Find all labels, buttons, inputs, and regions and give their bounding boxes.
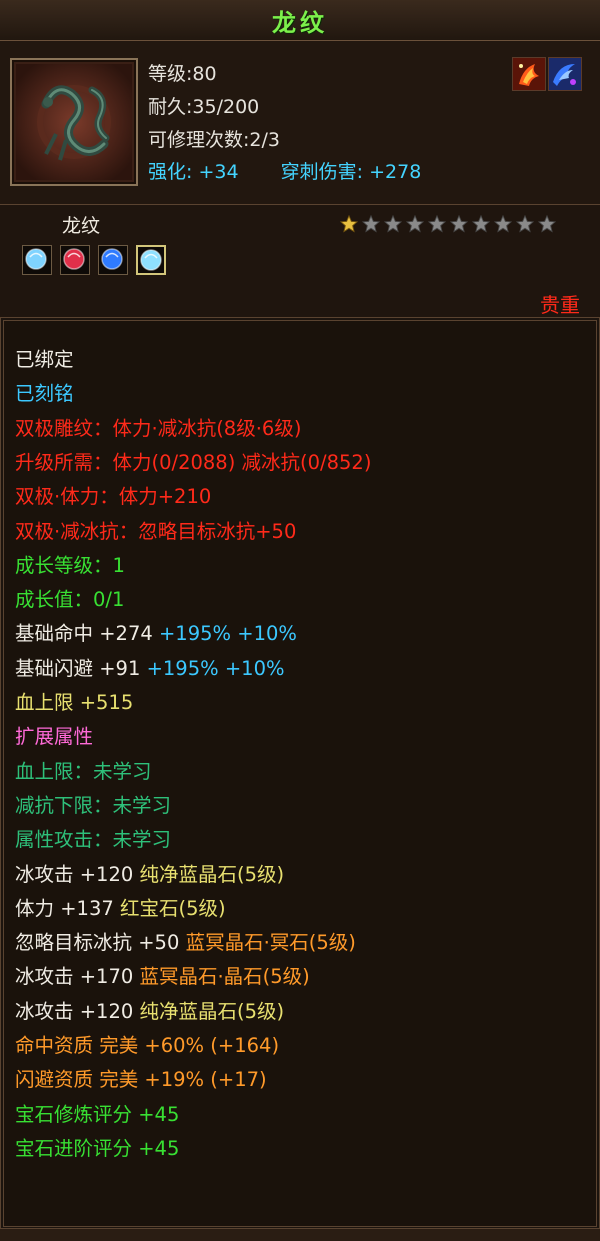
item-title: 龙纹 bbox=[272, 8, 328, 37]
name-panel: 龙纹 贵重 bbox=[0, 205, 600, 318]
star-empty-icon bbox=[406, 215, 424, 233]
attribute-segment: 基础闪避 +91 bbox=[15, 656, 147, 680]
attribute-line: 血上限：未学习 bbox=[15, 755, 152, 784]
star-empty-icon bbox=[362, 215, 380, 233]
cyan-gem-icon[interactable] bbox=[22, 245, 52, 275]
attribute-line: 血上限 +515 bbox=[15, 686, 133, 715]
enhance-value: +34 bbox=[198, 161, 239, 183]
attribute-segment: 血上限 +515 bbox=[15, 691, 134, 714]
durability-text: 耐久:35/200 bbox=[148, 96, 260, 118]
item-name: 龙纹 bbox=[62, 215, 101, 237]
attribute-line: 已刻铭 bbox=[15, 377, 74, 406]
attribute-segment: 双极雕纹：体力·减冰抗(8级·6级) bbox=[15, 416, 302, 440]
attribute-line: 已绑定 bbox=[15, 343, 74, 372]
star-empty-icon bbox=[538, 215, 556, 233]
attribute-line: 双极·体力：体力+210 bbox=[15, 480, 211, 509]
enhance-label: 强化: bbox=[148, 161, 193, 183]
attribute-segment: 冰攻击 +120 bbox=[15, 999, 140, 1023]
attribute-segment: 减抗下限：未学习 bbox=[15, 793, 172, 817]
attribute-line: 闪避资质 完美 +19% (+17) bbox=[15, 1063, 267, 1092]
pierce-value: +278 bbox=[369, 161, 422, 183]
header-panel: 等级:80 耐久:35/200 可修理次数:2/3 强化: +34 穿刺伤害: … bbox=[0, 41, 600, 205]
fire-flower-icon bbox=[512, 57, 546, 91]
star-rating bbox=[340, 215, 556, 233]
blue-gem-icon[interactable] bbox=[98, 245, 128, 275]
star-filled-icon bbox=[340, 215, 358, 233]
attribute-segment: 宝石进阶评分 +45 bbox=[15, 1136, 180, 1160]
star-empty-icon bbox=[472, 215, 490, 233]
attribute-segment: 属性攻击：未学习 bbox=[15, 828, 172, 852]
attribute-segment: 已绑定 bbox=[15, 348, 74, 371]
attribute-line: 双极·减冰抗：忽略目标冰抗+50 bbox=[15, 515, 296, 544]
attribute-segment: 双极·体力：体力+210 bbox=[15, 485, 212, 509]
star-empty-icon bbox=[428, 215, 446, 233]
attribute-segment: +195% +10% bbox=[158, 622, 297, 646]
attribute-segment: 宝石修炼评分 +45 bbox=[15, 1102, 180, 1126]
repairs-text: 可修理次数:2/3 bbox=[148, 129, 280, 151]
attribute-line: 宝石进阶评分 +45 bbox=[15, 1132, 179, 1161]
attribute-segment: 已刻铭 bbox=[15, 382, 74, 406]
enhance-line: 强化: +34 穿刺伤害: +278 bbox=[148, 157, 421, 184]
red-gem-icon[interactable] bbox=[60, 245, 90, 275]
attribute-line: 命中资质 完美 +60% (+164) bbox=[15, 1029, 279, 1058]
attribute-segment: 扩展属性 bbox=[15, 725, 94, 749]
attribute-segment: +195% +10% bbox=[146, 656, 285, 680]
attribute-segment: 体力 +137 bbox=[15, 896, 120, 920]
attribute-line: 成长值：0/1 bbox=[15, 583, 124, 612]
attribute-segment: 闪避资质 完美 +19% (+17) bbox=[15, 1068, 267, 1092]
attribute-segment: 冰攻击 +170 bbox=[15, 965, 140, 989]
attribute-line: 忽略目标冰抗 +50 蓝冥晶石·冥石(5级) bbox=[15, 926, 356, 955]
star-empty-icon bbox=[516, 215, 534, 233]
attribute-line: 体力 +137 红宝石(5级) bbox=[15, 892, 226, 921]
attribute-segment: 成长值：0/1 bbox=[15, 588, 125, 612]
attribute-segment: 双极·减冰抗：忽略目标冰抗+50 bbox=[15, 519, 297, 543]
attribute-segment: 纯净蓝晶石(5级) bbox=[139, 862, 285, 886]
attribute-line: 冰攻击 +120 纯净蓝晶石(5级) bbox=[15, 858, 284, 887]
attribute-segment: 命中资质 完美 +60% (+164) bbox=[15, 1034, 280, 1057]
pierce-label: 穿刺伤害: bbox=[280, 161, 364, 183]
attribute-line: 冰攻击 +120 纯净蓝晶石(5级) bbox=[15, 995, 284, 1024]
attribute-segment: 血上限：未学习 bbox=[15, 759, 152, 783]
attribute-line: 冰攻击 +170 蓝冥晶石·晶石(5级) bbox=[15, 960, 310, 989]
attribute-line: 基础闪避 +91 +195% +10% bbox=[15, 652, 285, 681]
attribute-line: 双极雕纹：体力·减冰抗(8级·6级) bbox=[15, 412, 301, 441]
attribute-segment: 冰攻击 +120 bbox=[15, 862, 140, 886]
attribute-line: 属性攻击：未学习 bbox=[15, 823, 171, 852]
attribute-segment: 成长等级：1 bbox=[15, 553, 125, 577]
attribute-line: 减抗下限：未学习 bbox=[15, 789, 171, 818]
attribute-panel: 已绑定已刻铭双极雕纹：体力·减冰抗(8级·6级) 升级所需：体力(0/2088) … bbox=[3, 320, 597, 1227]
attribute-segment: 红宝石(5级) bbox=[119, 896, 226, 920]
rarity-label: 贵重 bbox=[540, 293, 580, 317]
attribute-segment: 忽略目标冰抗 +50 bbox=[15, 931, 186, 955]
level-text: 等级:80 bbox=[148, 63, 217, 85]
cyan-gem-icon[interactable] bbox=[136, 245, 166, 275]
attribute-line: 成长等级：1 bbox=[15, 549, 125, 578]
star-empty-icon bbox=[494, 215, 512, 233]
attribute-line: 升级所需：体力(0/2088) 减冰抗(0/852) bbox=[15, 446, 371, 475]
attribute-segment: 纯净蓝晶石(5级) bbox=[139, 999, 285, 1023]
attribute-segment: 蓝冥晶石·晶石(5级) bbox=[139, 965, 310, 989]
attribute-line: 基础命中 +274 +195% +10% bbox=[15, 617, 297, 646]
attribute-segment: 基础命中 +274 bbox=[15, 622, 159, 646]
attribute-segment: 蓝冥晶石·冥石(5级) bbox=[185, 931, 356, 955]
star-empty-icon bbox=[384, 215, 402, 233]
bottom-bar bbox=[0, 1228, 600, 1241]
dragon-emblem-icon bbox=[10, 58, 138, 186]
blue-swirl-icon bbox=[548, 57, 582, 91]
title-bar: 龙纹 bbox=[0, 0, 600, 41]
attribute-segment: 升级所需：体力(0/2088) 减冰抗(0/852) bbox=[15, 450, 372, 474]
star-empty-icon bbox=[450, 215, 468, 233]
attribute-line: 扩展属性 bbox=[15, 720, 93, 749]
attribute-line: 宝石修炼评分 +45 bbox=[15, 1098, 179, 1127]
